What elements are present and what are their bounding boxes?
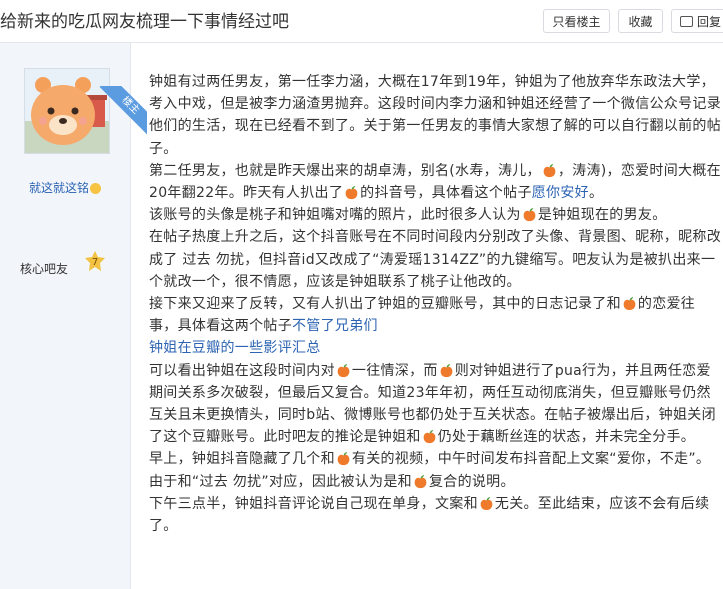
post-paragraph: 该账号的头像是桃子和钟姐嘴对嘴的照片，此时很多人认为 是钟姐现在的男友。: [149, 207, 667, 224]
post-link[interactable]: 愿你安好: [532, 185, 589, 201]
peach-emoji-icon: [414, 474, 427, 488]
peach-emoji-icon: [480, 496, 493, 510]
author-sidebar: 楼主 就这就这铭 核心吧友 7: [0, 43, 147, 589]
peach-emoji-icon: [337, 452, 350, 466]
smile-emoji-icon: [90, 183, 101, 194]
post-paragraph: 下午三点半，钟姐抖音评论说自己现在单身，文案和 无关。至此结束，应该不会有后续了。: [149, 495, 710, 535]
reply-label: 回复: [697, 15, 722, 29]
op-ribbon-label: 楼主: [99, 86, 147, 137]
op-ribbon: 楼主: [91, 86, 147, 142]
post-paragraph: 早上，钟姐抖音隐藏了几个和 有关的视频，中午时间发布抖音配上文案“爱你，不走”。由…: [149, 451, 711, 490]
post-paragraph: 接下来又迎来了反转，又有人扒出了钟姐的豆瓣账号，其中的日志记录了和 的恋爱往事，具…: [149, 296, 696, 335]
favorite-button[interactable]: 收藏: [618, 9, 663, 33]
post-paragraph: 钟姐有过两任男友，第一任李力涵，大概在17年到19年，钟姐为了他放弃华东政法大学…: [149, 74, 721, 157]
member-level-label: 核心吧友: [20, 262, 69, 276]
post-link[interactable]: 不管了兄弟们: [292, 318, 378, 334]
post-paragraph: 可以看出钟姐在这段时间内对 一往情深，而 则对钟姐进行了pua行为，并且两任恋爱期间…: [149, 362, 716, 446]
post-paragraph: 钟姐在豆瓣的一些影评汇总: [149, 337, 721, 359]
post-paragraph: 在帖子热度上升之后，这个抖音账号在不同时间段内分别改了头像、背景图、昵称，昵称改…: [149, 229, 721, 290]
peach-emoji-icon: [345, 185, 358, 200]
author-username[interactable]: 就这就这铭: [0, 179, 130, 196]
thread-title: 给新来的吃瓜网友梳理一下事情经过吧: [0, 12, 289, 32]
level-badge-number: 7: [92, 257, 98, 268]
reply-icon: [680, 16, 693, 27]
level-badge-icon: 7: [85, 251, 105, 271]
peach-emoji-icon: [543, 163, 556, 177]
peach-emoji-icon: [337, 363, 350, 377]
post-paragraph: 第二任男友，也就是昨天爆出来的胡卓涛，别名(水寿，涛儿， ，涛涛)，恋爱时间大概在…: [149, 162, 721, 202]
peach-emoji-icon: [440, 363, 453, 377]
peach-emoji-icon: [423, 430, 436, 444]
post-link[interactable]: 钟姐在豆瓣的一些影评汇总: [149, 340, 321, 356]
peach-emoji-icon: [523, 208, 536, 222]
post-body: 钟姐有过两任男友，第一任李力涵，大概在17年到19年，钟姐为了他放弃华东政法大学…: [149, 71, 721, 537]
author-username-text: 就这就这铭: [28, 181, 89, 195]
only-op-button[interactable]: 只看楼主: [543, 9, 610, 33]
thread-header: 给新来的吃瓜网友梳理一下事情经过吧 只看楼主 收藏 回复: [0, 0, 723, 43]
peach-emoji-icon: [623, 296, 636, 311]
reply-button[interactable]: 回复: [671, 9, 723, 33]
